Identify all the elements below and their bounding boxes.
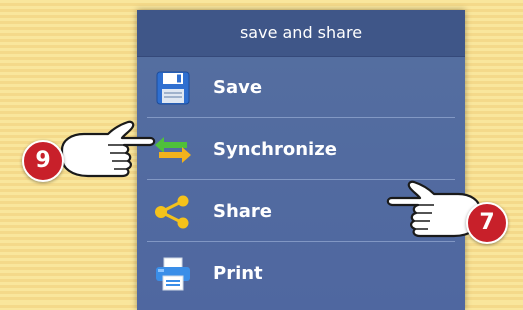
menu-item-label: Share xyxy=(213,201,273,222)
divider xyxy=(147,117,455,118)
menu-item-save[interactable]: Save xyxy=(137,57,465,119)
callout-7: 7 xyxy=(386,178,516,258)
callout-badge-9: 9 xyxy=(22,140,64,182)
menu-item-label: Synchronize xyxy=(213,139,337,160)
menu-header: save and share xyxy=(137,10,465,57)
callout-9: 9 xyxy=(22,116,160,194)
menu-item-synchronize[interactable]: Synchronize xyxy=(137,119,465,181)
save-and-share-menu: save and share Save Synchronize Share Pr… xyxy=(137,10,465,310)
floppy-disk-icon xyxy=(151,71,195,105)
printer-icon xyxy=(151,257,195,291)
share-icon xyxy=(151,195,195,229)
menu-item-label: Save xyxy=(213,77,263,98)
menu-item-label: Print xyxy=(213,263,263,284)
callout-badge-7: 7 xyxy=(466,202,508,244)
